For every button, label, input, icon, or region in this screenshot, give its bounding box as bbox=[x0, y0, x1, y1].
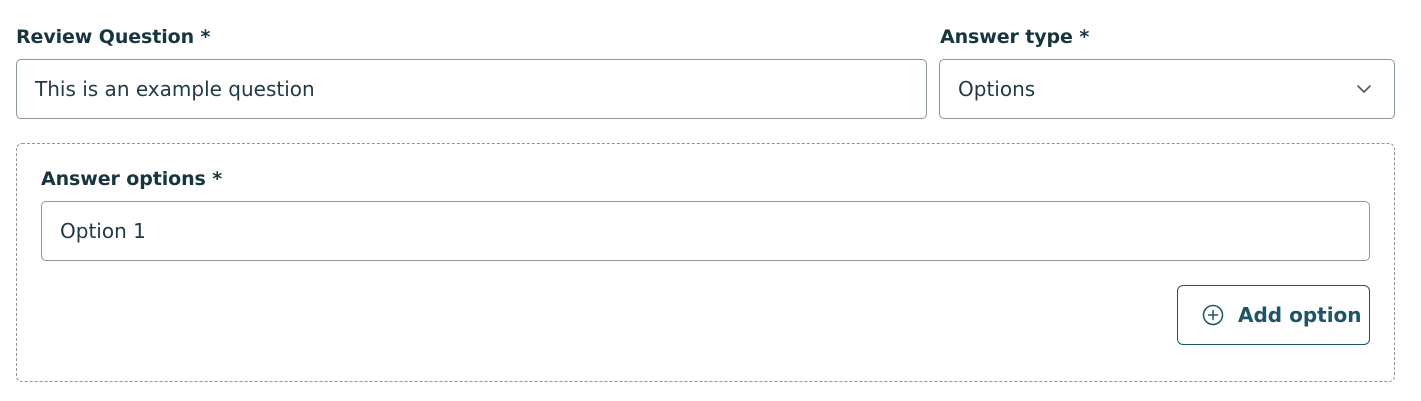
plus-circle-icon bbox=[1202, 304, 1224, 326]
answer-type-selected-value: Options bbox=[958, 77, 1036, 101]
add-option-button-label: Add option bbox=[1238, 303, 1362, 327]
answer-options-panel bbox=[16, 143, 1395, 382]
review-question-label: Review Question * bbox=[16, 26, 211, 48]
review-question-input[interactable]: This is an example question bbox=[16, 59, 927, 119]
answer-options-label: Answer options * bbox=[41, 168, 223, 190]
add-option-button[interactable]: Add option bbox=[1177, 285, 1370, 345]
answer-option-value: Option 1 bbox=[60, 219, 146, 243]
review-question-value: This is an example question bbox=[35, 77, 315, 101]
answer-option-input[interactable]: Option 1 bbox=[41, 201, 1370, 261]
answer-type-label: Answer type * bbox=[940, 26, 1090, 48]
chevron-down-icon bbox=[1357, 85, 1371, 93]
answer-type-select[interactable]: Options bbox=[939, 59, 1395, 119]
